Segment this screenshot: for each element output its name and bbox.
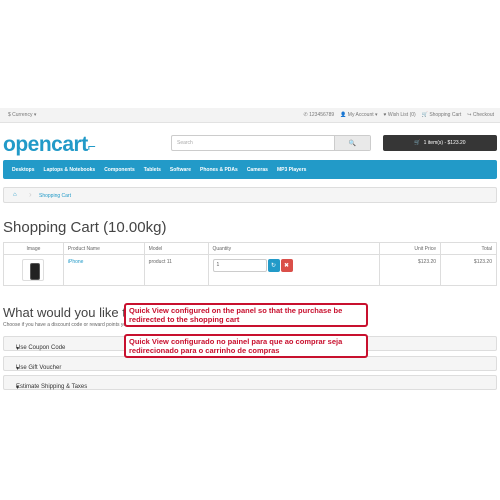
main-menu: Desktops Laptops & Notebooks Components … xyxy=(3,160,497,179)
wish-list-link[interactable]: ♥ Wish List (0) xyxy=(384,112,416,118)
shopping-cart-link[interactable]: 🛒 Shopping Cart xyxy=(422,112,462,118)
quantity-cell: 1 ↻ ✖ xyxy=(207,254,381,286)
shipping-panel[interactable]: Estimate Shipping & Taxes ▾ xyxy=(3,375,497,391)
menu-item-phones-pdas[interactable]: Phones & PDAs xyxy=(200,167,238,173)
quantity-group: 1 ↻ ✖ xyxy=(212,259,376,272)
phone-icon: ✆ xyxy=(303,112,308,118)
search-icon: 🔍 xyxy=(348,140,357,147)
page-title: Shopping Cart (10.00kg) xyxy=(3,219,167,236)
top-bar: $ Currency ▾ ✆ 123456789 👤 My Account ▾ … xyxy=(0,108,500,123)
header-unit-price: Unit Price xyxy=(379,242,442,255)
currency-dropdown[interactable]: $ Currency ▾ xyxy=(8,112,36,118)
cart-icon: 🛒 xyxy=(414,140,421,146)
caret-down-icon: ▾ xyxy=(16,366,20,372)
phone-link[interactable]: ✆ 123456789 xyxy=(304,112,335,118)
share-icon: ↪ xyxy=(467,112,472,118)
checkout-label: Checkout xyxy=(472,112,494,118)
menu-item-software[interactable]: Software xyxy=(170,167,191,173)
cart-icon: 🛒 xyxy=(421,112,428,118)
breadcrumb-shopping-cart[interactable]: Shopping Cart xyxy=(39,193,71,199)
next-steps-title: What would you like to xyxy=(3,305,134,320)
menu-item-cameras[interactable]: Cameras xyxy=(247,167,268,173)
quantity-input[interactable]: 1 xyxy=(212,259,267,272)
product-model: product 11 xyxy=(143,254,209,286)
remove-button[interactable]: ✖ xyxy=(280,259,293,272)
shopping-cart-label: Shopping Cart xyxy=(429,112,462,118)
search-bar: Search 🔍 xyxy=(171,135,371,151)
unit-price: $123.20 xyxy=(379,254,442,286)
checkout-link[interactable]: ↪ Checkout xyxy=(467,112,494,118)
menu-item-components[interactable]: Components xyxy=(104,167,135,173)
annotation-portuguese: Quick View configurado no painel para qu… xyxy=(124,334,368,358)
header-image: Image xyxy=(3,242,64,255)
breadcrumb: ⌂ › Shopping Cart xyxy=(3,187,497,203)
update-button[interactable]: ↻ xyxy=(267,259,280,272)
menu-item-desktops[interactable]: Desktops xyxy=(12,167,35,173)
product-thumbnail[interactable] xyxy=(22,259,45,281)
close-icon: ✖ xyxy=(284,263,290,269)
my-account-label: My Account xyxy=(347,112,374,118)
menu-item-laptops-notebooks[interactable]: Laptops & Notebooks xyxy=(44,167,96,173)
search-button[interactable]: 🔍 xyxy=(334,136,370,150)
currency-label: $ Currency xyxy=(8,112,33,118)
logo-cart-icon: ⌐ xyxy=(87,138,96,154)
home-icon[interactable]: ⌂ xyxy=(13,192,17,198)
logo-text: opencart xyxy=(3,133,88,156)
top-links: ✆ 123456789 👤 My Account ▾ ♥ Wish List (… xyxy=(304,112,494,118)
header-product-name: Product Name xyxy=(62,242,145,255)
menu-item-mp3-players[interactable]: MP3 Players xyxy=(277,167,306,173)
product-image-cell xyxy=(3,254,64,286)
product-name-cell: iPhone xyxy=(62,254,145,286)
cart-table: Image Product Name Model Quantity Unit P… xyxy=(3,242,497,286)
row-total: $123.20 xyxy=(440,254,497,286)
cart-button[interactable]: 🛒 1 item(s) - $123.20 xyxy=(383,135,497,151)
shipping-panel-label: Estimate Shipping & Taxes xyxy=(16,384,88,390)
search-input[interactable]: Search xyxy=(177,140,193,146)
menu-item-tablets[interactable]: Tablets xyxy=(144,167,161,173)
caret-down-icon: ▾ xyxy=(16,385,20,391)
header-model: Model xyxy=(143,242,209,255)
annotation-english: Quick View configured on the panel so th… xyxy=(124,303,368,327)
refresh-icon: ↻ xyxy=(271,263,277,269)
caret-down-icon: ▾ xyxy=(16,346,20,352)
heart-icon: ♥ xyxy=(383,112,387,118)
cart-button-label: 1 item(s) - $123.20 xyxy=(423,140,466,146)
header-quantity: Quantity xyxy=(207,242,381,255)
coupon-panel-label: Use Coupon Code xyxy=(16,345,66,351)
table-header-row: Image Product Name Model Quantity Unit P… xyxy=(3,242,497,255)
gift-voucher-panel-label: Use Gift Voucher xyxy=(16,365,62,371)
my-account-link[interactable]: 👤 My Account ▾ xyxy=(340,112,377,118)
gift-voucher-panel[interactable]: Use Gift Voucher ▾ xyxy=(3,356,497,372)
breadcrumb-separator: › xyxy=(29,190,32,199)
product-name-link[interactable]: iPhone xyxy=(68,259,84,265)
logo[interactable]: opencart⌐ xyxy=(3,133,96,157)
phone-label: 123456789 xyxy=(309,112,335,118)
header-total: Total xyxy=(440,242,497,255)
user-icon: 👤 xyxy=(340,112,347,118)
wish-list-label: Wish List (0) xyxy=(387,112,416,118)
table-row: iPhone product 11 1 ↻ ✖ $123.20 $123.20 xyxy=(3,254,497,286)
